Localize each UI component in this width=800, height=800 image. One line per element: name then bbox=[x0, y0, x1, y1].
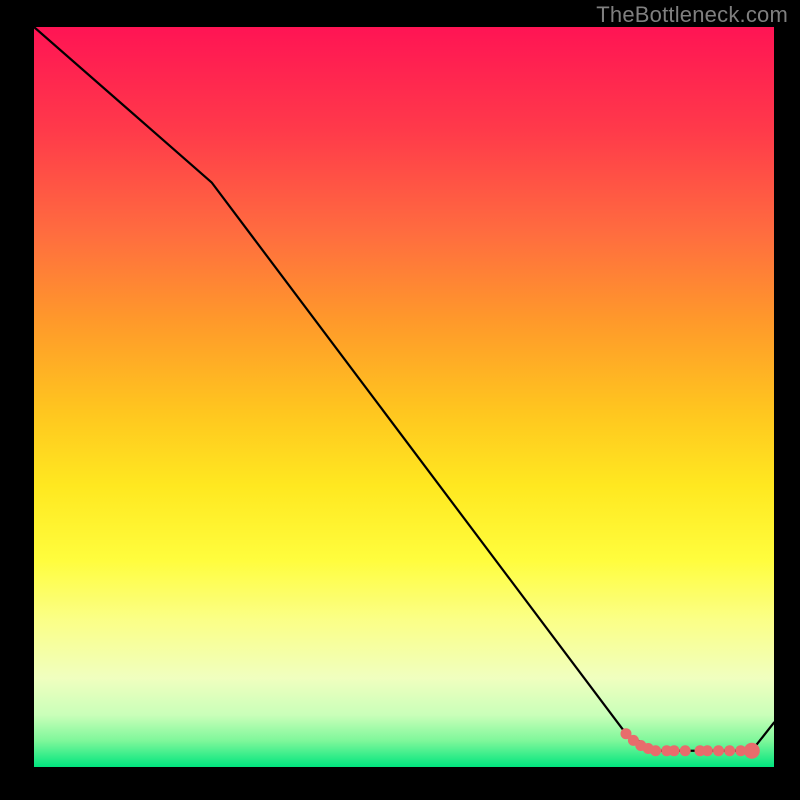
highlighted-points-group bbox=[621, 728, 760, 759]
watermark-text: TheBottleneck.com bbox=[596, 2, 788, 28]
chart-overlay-svg bbox=[34, 27, 774, 767]
plot-area bbox=[34, 27, 774, 767]
marker-dot bbox=[724, 745, 735, 756]
marker-dot bbox=[713, 745, 724, 756]
chart-frame: TheBottleneck.com bbox=[0, 0, 800, 800]
marker-dot-end bbox=[744, 743, 760, 759]
marker-dot bbox=[650, 745, 661, 756]
curve-line bbox=[34, 27, 774, 751]
marker-dot bbox=[680, 745, 691, 756]
marker-dot bbox=[702, 745, 713, 756]
marker-dot bbox=[669, 745, 680, 756]
